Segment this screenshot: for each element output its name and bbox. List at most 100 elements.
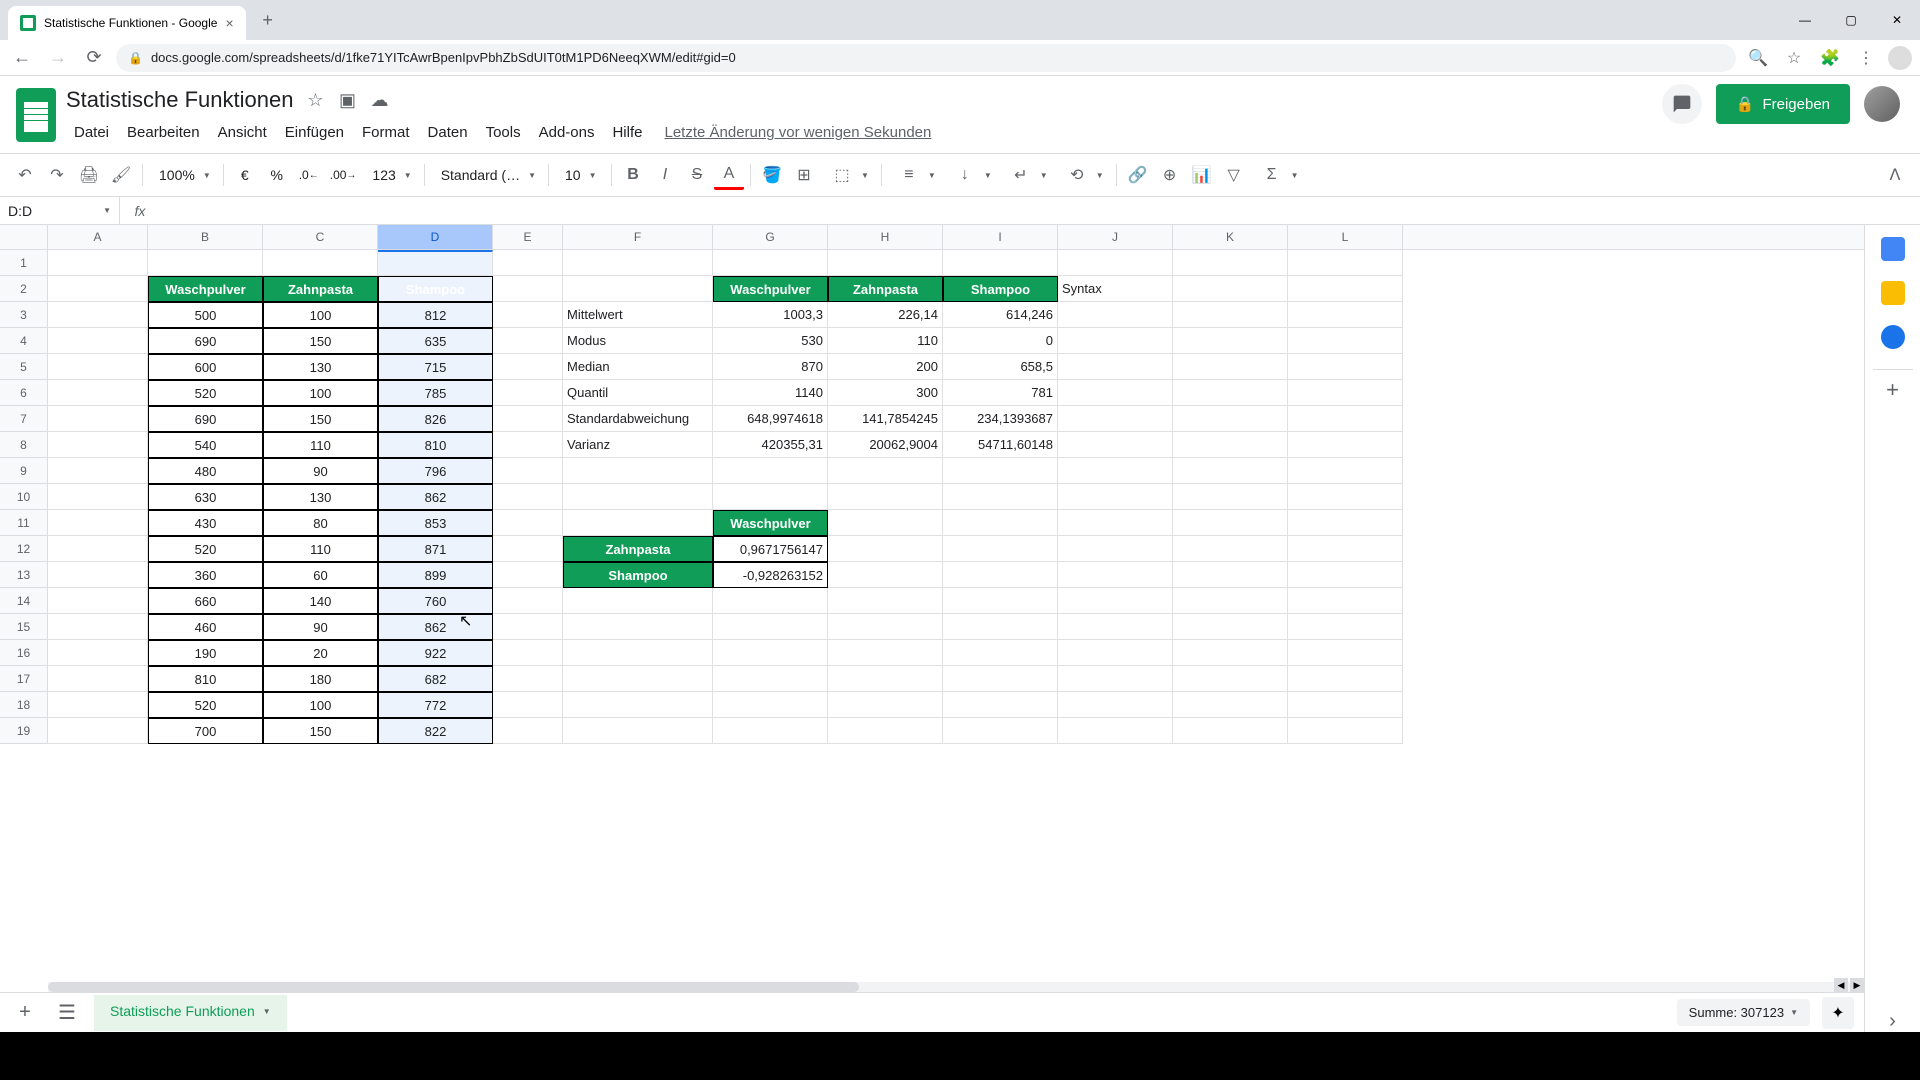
cell[interactable] (943, 484, 1058, 510)
cell[interactable] (48, 354, 148, 380)
cell[interactable] (828, 692, 943, 718)
cell[interactable]: Varianz (563, 432, 713, 458)
cell[interactable]: Zahnpasta (263, 276, 378, 302)
cell[interactable] (1173, 692, 1288, 718)
cell[interactable] (1058, 666, 1173, 692)
cell[interactable]: 90 (263, 614, 378, 640)
last-edit-link[interactable]: Letzte Änderung vor wenigen Sekunden (664, 124, 931, 141)
menu-addons[interactable]: Add-ons (531, 120, 603, 145)
row-header[interactable]: 2 (0, 276, 48, 302)
cell[interactable]: 520 (148, 692, 263, 718)
cell[interactable]: 300 (828, 380, 943, 406)
number-format-dropdown[interactable]: 123▼ (362, 167, 417, 183)
strikethrough-button[interactable]: S (682, 160, 712, 190)
decrease-decimal-button[interactable]: .0← (294, 160, 324, 190)
cell[interactable]: Zahnpasta (563, 536, 713, 562)
comments-button[interactable] (1662, 84, 1702, 124)
cell[interactable] (1173, 328, 1288, 354)
cell[interactable] (148, 250, 263, 276)
col-header-H[interactable]: H (828, 225, 943, 249)
cell[interactable] (943, 536, 1058, 562)
horizontal-scrollbar[interactable] (48, 982, 1850, 992)
bold-button[interactable]: B (618, 160, 648, 190)
star-icon[interactable]: ☆ (305, 90, 325, 110)
cell[interactable] (828, 458, 943, 484)
row-header[interactable]: 10 (0, 484, 48, 510)
new-tab-button[interactable]: + (254, 6, 282, 34)
cell[interactable]: 110 (828, 328, 943, 354)
cell[interactable] (1288, 614, 1403, 640)
cell[interactable] (493, 458, 563, 484)
cell[interactable] (1288, 692, 1403, 718)
wrap-dropdown[interactable]: ↵▼ (1000, 160, 1054, 190)
cell[interactable] (1288, 354, 1403, 380)
cell[interactable] (1173, 406, 1288, 432)
cell[interactable] (1288, 250, 1403, 276)
text-color-button[interactable]: A (714, 160, 744, 190)
add-sheet-button[interactable]: + (10, 998, 40, 1028)
cell[interactable] (1058, 250, 1173, 276)
cell[interactable]: 530 (713, 328, 828, 354)
cell[interactable] (828, 666, 943, 692)
select-all-corner[interactable] (0, 225, 48, 249)
favorite-icon[interactable]: ☆ (1780, 44, 1808, 72)
cell[interactable] (1288, 484, 1403, 510)
col-header-G[interactable]: G (713, 225, 828, 249)
cell[interactable] (1288, 640, 1403, 666)
percent-button[interactable]: % (262, 160, 292, 190)
cell[interactable]: 810 (148, 666, 263, 692)
cell[interactable] (1058, 484, 1173, 510)
cell[interactable] (563, 640, 713, 666)
cell[interactable] (563, 276, 713, 302)
cell[interactable]: 871 (378, 536, 493, 562)
cell[interactable] (828, 718, 943, 744)
cell[interactable]: 60 (263, 562, 378, 588)
cell[interactable] (493, 588, 563, 614)
print-button[interactable]: 🖨 (74, 160, 104, 190)
menu-einfuegen[interactable]: Einfügen (277, 120, 352, 145)
cell[interactable] (1173, 536, 1288, 562)
cell[interactable] (1173, 302, 1288, 328)
merge-dropdown[interactable]: ⬚▼ (821, 160, 875, 190)
cell[interactable]: 862 (378, 614, 493, 640)
cell[interactable]: 899 (378, 562, 493, 588)
scroll-left-icon[interactable]: ◀ (1834, 978, 1848, 992)
cell[interactable] (713, 614, 828, 640)
cell[interactable]: 772 (378, 692, 493, 718)
cell[interactable] (713, 666, 828, 692)
sheet-tab[interactable]: Statistische Funktionen ▼ (94, 995, 287, 1031)
cell[interactable] (1058, 328, 1173, 354)
cell[interactable] (828, 250, 943, 276)
cell[interactable] (1173, 510, 1288, 536)
cell[interactable] (943, 458, 1058, 484)
cell[interactable] (48, 666, 148, 692)
cell[interactable] (48, 250, 148, 276)
cell[interactable] (943, 666, 1058, 692)
cell[interactable] (713, 250, 828, 276)
cell[interactable]: 520 (148, 536, 263, 562)
cell[interactable] (713, 458, 828, 484)
cell[interactable] (828, 536, 943, 562)
cell[interactable] (1173, 250, 1288, 276)
cell[interactable] (1058, 510, 1173, 536)
cell[interactable] (48, 640, 148, 666)
sheets-logo[interactable] (16, 88, 56, 142)
cell[interactable] (563, 588, 713, 614)
col-header-A[interactable]: A (48, 225, 148, 249)
row-header[interactable]: 1 (0, 250, 48, 276)
cell[interactable] (1173, 432, 1288, 458)
cell[interactable]: 600 (148, 354, 263, 380)
cell[interactable] (493, 432, 563, 458)
cell[interactable]: 853 (378, 510, 493, 536)
cell[interactable]: Zahnpasta (828, 276, 943, 302)
cell[interactable]: 20062,9004 (828, 432, 943, 458)
row-header[interactable]: 17 (0, 666, 48, 692)
cell[interactable]: Quantil (563, 380, 713, 406)
cell[interactable]: 700 (148, 718, 263, 744)
explore-button[interactable]: ✦ (1822, 997, 1854, 1029)
cell[interactable]: 80 (263, 510, 378, 536)
cell[interactable] (1058, 718, 1173, 744)
cell[interactable] (1173, 614, 1288, 640)
cell[interactable] (563, 484, 713, 510)
row-header[interactable]: 13 (0, 562, 48, 588)
